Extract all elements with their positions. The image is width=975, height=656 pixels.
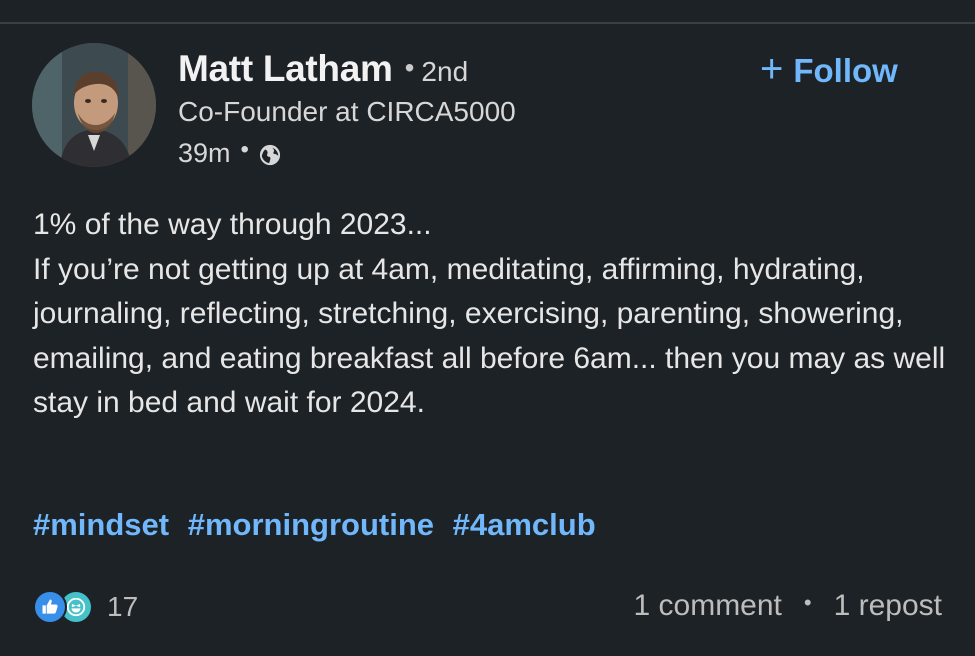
top-divider [0, 0, 975, 24]
post-time: 39m [178, 137, 231, 168]
counts-separator-dot: • [803, 590, 812, 615]
like-icon [33, 590, 67, 624]
hashtag-link[interactable]: #morningroutine [188, 507, 434, 542]
meta-separator-dot: • [240, 136, 249, 163]
name-separator-dot: • [404, 52, 415, 83]
hashtag-link[interactable]: #mindset [33, 507, 169, 542]
reaction-count: 17 [107, 591, 139, 622]
plus-icon: + [760, 46, 784, 91]
comments-count-link[interactable]: 1 comment [634, 589, 782, 623]
post-meta: 39m • [178, 136, 281, 170]
follow-button[interactable]: + Follow [760, 46, 898, 92]
hashtag-list: #mindset #morningroutine #4amclub [33, 507, 606, 543]
hashtag-link[interactable]: #4amclub [453, 507, 596, 542]
connection-degree: 2nd [421, 56, 469, 87]
author-headline: Co-Founder at CIRCA5000 [178, 96, 516, 127]
globe-icon [259, 142, 281, 166]
social-counts: 1 comment • 1 repost [634, 588, 943, 624]
avatar[interactable] [32, 43, 156, 167]
follow-label: Follow [793, 52, 898, 89]
reposts-count-link[interactable]: 1 repost [834, 589, 942, 623]
post-text: 1% of the way through 2023... If you’re … [33, 208, 946, 419]
author-name-row: Matt Latham • 2nd [178, 48, 468, 90]
avatar-photo [32, 43, 156, 167]
reactions-summary[interactable]: 17 [33, 590, 138, 624]
author-name[interactable]: Matt Latham [178, 48, 393, 90]
